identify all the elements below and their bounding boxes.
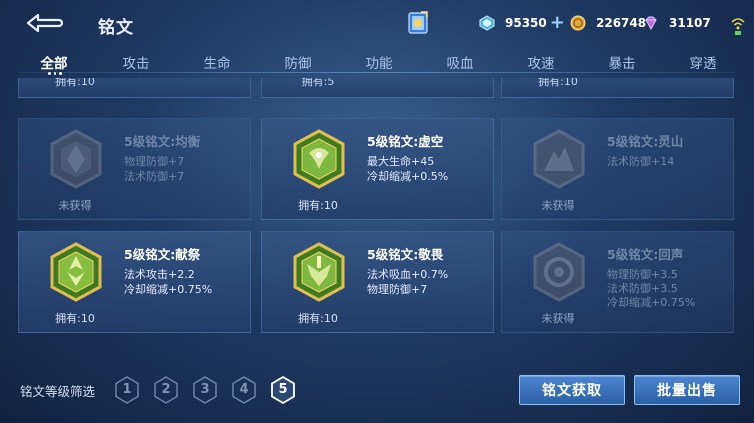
rune-card-partial[interactable]: 拥有:5 <box>261 78 494 98</box>
owned-count: 拥有:10 <box>298 199 338 212</box>
rune-stat: 物理防御+7 <box>367 283 428 296</box>
not-obtained-label: 未获得 <box>541 312 575 325</box>
level-number: 3 <box>200 382 210 397</box>
add-coupon-button[interactable]: + <box>550 14 565 32</box>
rune-list[interactable]: 拥有:10 拥有:5 拥有:10 5级铭文:均衡 物理防御+7 法术防御+7 未… <box>18 78 736 346</box>
owned-count: 拥有:10 <box>298 312 338 325</box>
rune-name: 5级铭文:回声 <box>607 247 684 262</box>
coupon-count: 95350 <box>505 16 547 30</box>
rune-stat: 法术防御+7 <box>124 170 185 183</box>
rune-stat: 冷却缩减+0.75% <box>607 296 696 309</box>
rune-stat: 冷却缩减+0.5% <box>367 170 449 183</box>
rune-stat: 法术防御+14 <box>607 155 675 168</box>
diamond-coupon-icon <box>479 15 495 31</box>
rune-stat: 法术攻击+2.2 <box>124 268 195 281</box>
tab-penetration[interactable]: 穿透 <box>673 52 733 72</box>
not-obtained-label: 未获得 <box>58 199 92 212</box>
level-filter-2[interactable]: 2 <box>153 375 179 405</box>
gem-icon <box>645 16 657 31</box>
page-title: 铭文 <box>98 18 134 38</box>
level-filter-4[interactable]: 4 <box>231 375 257 405</box>
echo-rune-icon <box>533 242 585 302</box>
gold-count: 226748 <box>596 16 647 30</box>
currency-coupons: 95350 + <box>479 12 565 34</box>
currency-gems: 31107 <box>643 12 711 34</box>
level-number: 4 <box>239 382 249 397</box>
owned-count: 拥有:5 <box>301 78 335 88</box>
void-rune-icon <box>293 129 345 189</box>
signal-icon <box>731 18 745 35</box>
rune-codex-icon[interactable] <box>406 10 430 36</box>
rune-card[interactable]: 5级铭文:献祭 法术攻击+2.2 冷却缩减+0.75% 拥有:10 <box>18 231 251 333</box>
rune-name: 5级铭文:敬畏 <box>367 247 444 262</box>
spirit-mountain-rune-icon <box>533 129 585 189</box>
owned-count: 拥有:10 <box>55 78 95 88</box>
tab-utility[interactable]: 功能 <box>349 52 409 72</box>
top-bar: 铭文 95350 + 226748 31107 <box>0 0 754 48</box>
rune-stat: 最大生命+45 <box>367 155 435 168</box>
rune-card-partial[interactable]: 拥有:10 <box>501 78 734 98</box>
rune-card-partial[interactable]: 拥有:10 <box>18 78 251 98</box>
rune-name: 5级铭文:虚空 <box>367 134 444 149</box>
rune-stat: 冷却缩减+0.75% <box>124 283 213 296</box>
rune-name: 5级铭文:献祭 <box>124 247 201 262</box>
currency-gold: 226748 <box>570 12 646 34</box>
active-tab-indicator <box>48 72 63 76</box>
tab-health[interactable]: 生命 <box>187 52 247 72</box>
level-filter-5[interactable]: 5 <box>270 375 296 405</box>
tab-attack[interactable]: 攻击 <box>106 52 166 72</box>
owned-count: 拥有:10 <box>55 312 95 325</box>
sacrifice-rune-icon <box>50 242 102 302</box>
rune-stat: 法术吸血+0.7% <box>367 268 449 281</box>
level-filter-label: 铭文等级筛选 <box>20 384 96 399</box>
rune-stat: 物理防御+7 <box>124 155 185 168</box>
tab-attack-speed[interactable]: 攻速 <box>511 52 571 72</box>
rune-card[interactable]: 5级铭文:均衡 物理防御+7 法术防御+7 未获得 <box>18 118 251 220</box>
bulk-sell-button[interactable]: 批量出售 <box>634 375 740 405</box>
rune-card[interactable]: 5级铭文:回声 物理防御+3.5 法术防御+3.5 冷却缩减+0.75% 未获得 <box>501 231 734 333</box>
gem-count: 31107 <box>669 16 711 30</box>
tab-critical[interactable]: 暴击 <box>592 52 652 72</box>
balance-rune-icon <box>50 129 102 189</box>
level-filter-3[interactable]: 3 <box>192 375 218 405</box>
rune-name: 5级铭文:灵山 <box>607 134 684 149</box>
rune-card[interactable]: 5级铭文:敬畏 法术吸血+0.7% 物理防御+7 拥有:10 <box>261 231 494 333</box>
level-number: 5 <box>278 382 288 397</box>
gold-coin-icon <box>570 15 586 31</box>
level-number: 1 <box>122 382 132 397</box>
level-filter-1[interactable]: 1 <box>114 375 140 405</box>
level-number: 2 <box>161 382 171 397</box>
owned-count: 拥有:10 <box>538 78 578 88</box>
rune-name: 5级铭文:均衡 <box>124 134 201 149</box>
awe-rune-icon <box>293 242 345 302</box>
tab-defense[interactable]: 防御 <box>268 52 328 72</box>
rune-card[interactable]: 5级铭文:灵山 法术防御+14 未获得 <box>501 118 734 220</box>
tab-lifesteal[interactable]: 吸血 <box>430 52 490 72</box>
tab-divider <box>18 72 736 73</box>
tab-all[interactable]: 全部 <box>24 52 84 72</box>
not-obtained-label: 未获得 <box>541 199 575 212</box>
obtain-runes-button[interactable]: 铭文获取 <box>519 375 625 405</box>
rune-card[interactable]: 5级铭文:虚空 最大生命+45 冷却缩减+0.5% 拥有:10 <box>261 118 494 220</box>
back-arrow-icon[interactable] <box>22 12 64 34</box>
